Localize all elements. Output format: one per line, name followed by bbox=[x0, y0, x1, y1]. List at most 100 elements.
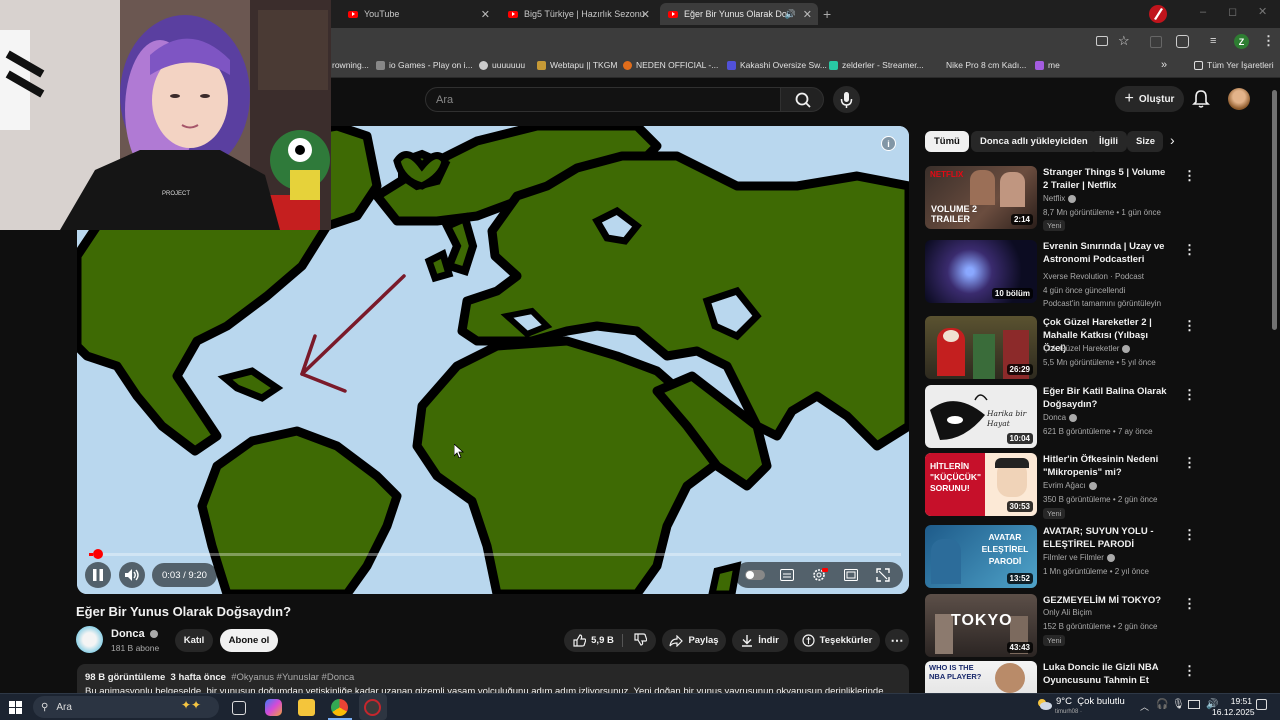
settings-gear-icon[interactable] bbox=[812, 568, 828, 582]
all-bookmarks[interactable]: Tüm Yer İşaretleri bbox=[1194, 60, 1274, 70]
progress-scrubber[interactable] bbox=[93, 549, 104, 559]
pause-button[interactable] bbox=[85, 562, 111, 588]
restore-icon[interactable]: ◻ bbox=[1228, 5, 1237, 18]
search-button[interactable] bbox=[780, 87, 824, 112]
video-thumbnail[interactable]: WHO IS THE NBA PLAYER? bbox=[925, 661, 1037, 693]
video-thumbnail[interactable]: HİTLERİN "KÜÇÜCÜK" SORUNU! 30:53 bbox=[925, 453, 1037, 516]
task-view-icon[interactable] bbox=[232, 701, 246, 715]
weather-widget[interactable]: 9°C Çok bulutlu bbox=[1056, 696, 1125, 707]
install-app-icon[interactable] bbox=[1096, 36, 1108, 46]
bookmark-item[interactable]: Kakashi Oversize Sw... bbox=[727, 60, 827, 70]
recommendation-item[interactable]: 10 bölüm Evrenin Sınırında | Uzay ve Ast… bbox=[925, 240, 1265, 308]
close-icon[interactable]: ✕ bbox=[803, 8, 812, 21]
video-thumbnail[interactable]: TOKYO 43:43 bbox=[925, 594, 1037, 657]
taskbar-search[interactable]: ⚲ Ara ✦✦ bbox=[33, 696, 219, 718]
dislike-button[interactable] bbox=[628, 632, 648, 649]
windows-start-icon[interactable] bbox=[9, 701, 22, 714]
minimize-icon[interactable]: – bbox=[1200, 6, 1206, 18]
tab-youtube[interactable]: YouTube ✕ bbox=[340, 3, 496, 25]
more-bookmarks-icon[interactable]: » bbox=[1161, 59, 1167, 71]
bookmark-item[interactable]: zelderler - Streamer... bbox=[829, 60, 924, 70]
chips-next-icon[interactable]: › bbox=[1170, 132, 1175, 148]
menu-dots-icon[interactable]: ⋮ bbox=[1262, 33, 1275, 49]
close-icon[interactable]: ✕ bbox=[641, 8, 650, 21]
recommendation-item[interactable]: NETFLIX VOLUME 2 TRAILER 2:14 Stranger T… bbox=[925, 166, 1265, 231]
more-options-icon[interactable]: ⋮ bbox=[1183, 455, 1196, 471]
copilot-icon[interactable] bbox=[265, 699, 282, 716]
tab-current-video[interactable]: Eğer Bir Yunus Olarak Doğ 🔊 ✕ bbox=[660, 3, 818, 25]
page-scrollbar[interactable] bbox=[1272, 90, 1277, 330]
clock[interactable]: 19:51 16.12.2025 bbox=[1212, 696, 1255, 718]
extensions-icon[interactable] bbox=[1176, 35, 1189, 48]
chip-from-uploader[interactable]: Donca adlı yükleyiciden bbox=[971, 131, 1097, 152]
reading-list-icon[interactable]: ≡ bbox=[1210, 35, 1216, 47]
voice-search-button[interactable] bbox=[833, 86, 860, 113]
join-button[interactable]: Katıl bbox=[175, 629, 213, 652]
microphone-tray-icon[interactable]: 🎙 bbox=[1172, 699, 1185, 710]
search-input[interactable]: Ara bbox=[425, 87, 781, 112]
bookmark-item[interactable]: NEDEN OFFICIAL -... bbox=[623, 60, 718, 70]
more-options-icon[interactable]: ⋮ bbox=[1183, 387, 1196, 403]
thanks-button[interactable]: Teşekkürler bbox=[794, 629, 880, 652]
channel-avatar[interactable] bbox=[76, 626, 103, 653]
profile-avatar[interactable]: Z bbox=[1234, 34, 1249, 49]
channel-name-main[interactable]: Donca bbox=[111, 628, 158, 640]
video-thumbnail[interactable]: NETFLIX VOLUME 2 TRAILER 2:14 bbox=[925, 166, 1037, 229]
video-thumbnail[interactable]: Harika bir Hayat 10:04 bbox=[925, 385, 1037, 448]
close-icon[interactable]: ✕ bbox=[481, 8, 490, 21]
subtitles-icon[interactable] bbox=[780, 569, 794, 581]
more-options-icon[interactable]: ⋮ bbox=[1183, 596, 1196, 612]
recommendation-item[interactable]: TOKYO 43:43 GEZMEYELİM Mİ TOKYO? Only Al… bbox=[925, 594, 1265, 658]
more-options-icon[interactable]: ⋮ bbox=[1183, 527, 1196, 543]
recommendation-item[interactable]: 26:29 Çok Güzel Hareketler 2 | Mahalle K… bbox=[925, 316, 1265, 380]
user-avatar[interactable] bbox=[1228, 88, 1250, 110]
autoplay-toggle[interactable] bbox=[745, 570, 765, 580]
bookmark-item[interactable]: uuuuuuu bbox=[479, 60, 525, 70]
bookmark-star-icon[interactable]: ☆ bbox=[1118, 33, 1130, 49]
download-button[interactable]: İndir bbox=[732, 629, 788, 652]
bookmark-item[interactable]: Nike Pro 8 cm Kadı... bbox=[946, 60, 1026, 70]
create-button[interactable]: + Oluştur bbox=[1115, 86, 1184, 112]
new-tab-button[interactable]: + bbox=[823, 6, 831, 22]
like-button[interactable]: 5,9 B bbox=[573, 634, 623, 647]
file-explorer-icon[interactable] bbox=[298, 699, 315, 716]
fullscreen-icon[interactable] bbox=[876, 568, 890, 582]
recommendation-item[interactable]: Harika bir Hayat 10:04 Eğer Bir Katil Ba… bbox=[925, 385, 1265, 449]
more-options-icon[interactable]: ⋮ bbox=[1183, 663, 1196, 679]
chip-for-you[interactable]: Size bbox=[1127, 131, 1163, 152]
notifications-icon[interactable] bbox=[1256, 699, 1267, 710]
notifications-bell-icon[interactable] bbox=[1192, 89, 1210, 114]
more-options-icon[interactable]: ⋮ bbox=[1183, 242, 1196, 258]
subscribe-button[interactable]: Abone ol bbox=[220, 629, 278, 652]
share-button[interactable]: Paylaş bbox=[662, 629, 726, 652]
bookmark-item[interactable]: me bbox=[1035, 60, 1060, 70]
playlist-link[interactable]: Podcast'in tamamını görüntüleyin bbox=[1043, 299, 1161, 308]
bookmark-item[interactable]: Webtapu || TKGM bbox=[537, 60, 617, 70]
more-actions-button[interactable]: ⋯ bbox=[885, 629, 909, 652]
bookmark-item[interactable]: rowning... bbox=[332, 60, 369, 70]
info-icon[interactable]: i bbox=[881, 136, 896, 151]
bookmark-item[interactable]: io Games - Play on i... bbox=[376, 60, 473, 70]
headset-icon[interactable]: 🎧 bbox=[1156, 699, 1168, 710]
chrome-icon[interactable] bbox=[331, 699, 348, 716]
more-options-icon[interactable]: ⋮ bbox=[1183, 168, 1196, 184]
video-thumbnail[interactable]: AVATAR ELEŞTİREL PARODİ 13:52 bbox=[925, 525, 1037, 588]
recommendation-item[interactable]: AVATAR ELEŞTİREL PARODİ 13:52 AVATAR; SU… bbox=[925, 525, 1265, 589]
playlist-thumbnail[interactable]: 10 bölüm bbox=[925, 240, 1037, 303]
extension-logo-icon[interactable] bbox=[1148, 4, 1168, 24]
recommendation-item[interactable]: HİTLERİN "KÜÇÜCÜK" SORUNU! 30:53 Hitler'… bbox=[925, 453, 1265, 519]
tab-search-icon[interactable] bbox=[1150, 36, 1162, 48]
progress-bar[interactable] bbox=[89, 549, 901, 559]
video-thumbnail[interactable]: 26:29 bbox=[925, 316, 1037, 379]
close-window-icon[interactable]: ✕ bbox=[1258, 5, 1267, 18]
speaker-icon[interactable]: 🔊 bbox=[785, 9, 796, 20]
network-icon[interactable] bbox=[1188, 700, 1200, 709]
tab-big5[interactable]: Big5 Türkiye | Hazırlık Sezonu - ✕ bbox=[500, 3, 656, 25]
chevron-up-icon[interactable]: ︿ bbox=[1140, 700, 1149, 713]
volume-button[interactable] bbox=[119, 562, 145, 588]
chip-all[interactable]: Tümü bbox=[925, 131, 969, 152]
miniplayer-icon[interactable] bbox=[844, 569, 858, 581]
more-options-icon[interactable]: ⋮ bbox=[1183, 318, 1196, 334]
recommendation-item[interactable]: WHO IS THE NBA PLAYER? Luka Doncic ile G… bbox=[925, 661, 1265, 693]
chip-related[interactable]: İlgili bbox=[1090, 131, 1127, 152]
